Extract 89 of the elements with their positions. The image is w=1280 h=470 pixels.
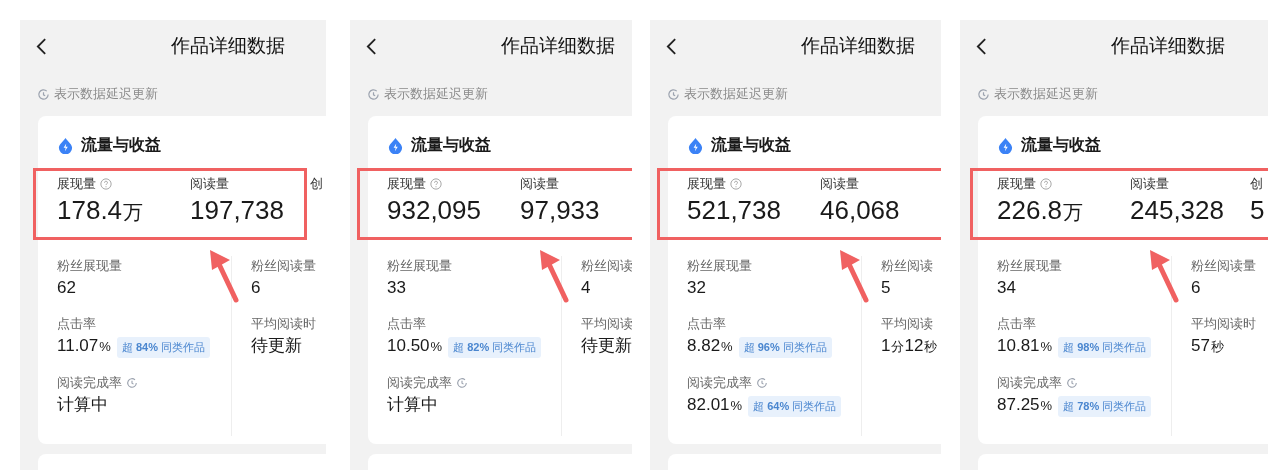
metric-value: 197,738 [190,194,284,226]
metric-label: 平均阅读 [881,315,933,334]
metric-value: 计算中 [57,394,108,416]
metric-value: 87.25% [997,394,1053,416]
metric-value: 计算中 [387,394,438,416]
metric-value: 226.8万 [997,194,1084,227]
metric-label: 阅读量 [190,175,229,194]
delay-notice: 表示数据延迟更新 [384,85,488,104]
comparison-tag: 超 84% 同类作品 [116,337,210,358]
metric-label: 点击率 [687,315,726,334]
metric-value: 6 [1191,277,1201,299]
clock-icon [367,87,380,101]
metric-value: 1分12秒 [881,335,938,357]
delay-notice: 表示数据延迟更新 [684,85,788,104]
back-icon[interactable] [976,36,987,56]
metric-label: 阅读量 [520,175,559,194]
lightning-drop-icon [687,136,704,154]
page-title: 作品详细数据 [801,33,915,58]
metric-value: 32 [687,277,706,299]
clock-icon [37,87,50,101]
page-title: 作品详细数据 [501,33,615,58]
metric-value: 33 [387,277,406,299]
metric-label: 阅读完成率 [997,374,1062,393]
delay-notice: 表示数据延迟更新 [994,85,1098,104]
metric-label: 阅读完成率 [57,374,122,393]
metric-value: 11.07% [57,335,111,357]
comparison-tag: 超 96% 同类作品 [738,337,832,358]
metric-value: 待更新 [251,335,302,357]
metric-label: 创 [310,175,323,194]
section-title: 流量与收益 [1021,135,1101,155]
metric-value: 8.82% [687,335,733,357]
metric-label: 点击率 [57,315,96,334]
metric-value: 34 [997,277,1016,299]
metric-label: 阅读完成率 [387,374,452,393]
metric-value: 245,328 [1130,194,1224,226]
metric-label: 平均阅读时 [251,315,316,334]
page-title: 作品详细数据 [171,33,285,58]
metric-label: 粉丝阅读 [581,257,632,276]
section-title: 流量与收益 [411,135,491,155]
metric-label: 粉丝展现量 [57,257,122,276]
metric-label: 阅读量 [1130,175,1169,194]
metric-label: 创 [1250,175,1263,194]
back-icon[interactable] [366,36,377,56]
metric-value: 57秒 [1191,335,1224,357]
metric-value: 10.81% [997,335,1053,357]
comparison-tag: 超 78% 同类作品 [1058,396,1152,417]
metric-label: 粉丝阅读 [881,257,933,276]
metric-value: 82.01% [687,394,743,416]
metric-label: 粉丝展现量 [687,257,752,276]
lightning-drop-icon [387,136,404,154]
metric-label: 平均阅读时 [1191,315,1256,334]
metric-value: 62 [57,277,76,299]
page-title: 作品详细数据 [1111,33,1225,58]
comparison-tag: 超 98% 同类作品 [1058,337,1152,358]
metric-value: 6 [251,277,261,299]
metric-label: 点击率 [387,315,426,334]
comparison-tag: 超 64% 同类作品 [748,396,842,417]
metric-label: 粉丝阅读量 [251,257,316,276]
metric-label: 阅读完成率 [687,374,752,393]
metric-label: 展现量 [387,175,426,194]
metric-value: 4 [581,277,591,299]
metric-label: 阅读量 [820,175,859,194]
metric-value: 46,068 [820,194,900,226]
metric-value: 5 [1250,194,1265,226]
back-icon[interactable] [666,36,677,56]
metric-label: 平均阅读 [581,315,632,334]
section-title: 流量与收益 [711,135,791,155]
lightning-drop-icon [57,136,74,154]
clock-icon [977,87,990,101]
lightning-drop-icon [997,136,1014,154]
metric-label: 展现量 [687,175,726,194]
metric-value: 5 [881,277,891,299]
metric-value: 521,738 [687,194,781,226]
clock-icon [667,87,680,101]
metric-label: 粉丝展现量 [387,257,452,276]
metric-label: 点击率 [997,315,1036,334]
metric-value: 97,933 [520,194,600,226]
metric-value: 10.50% [387,335,443,357]
comparison-tag: 超 82% 同类作品 [448,337,542,358]
metric-label: 展现量 [997,175,1036,194]
back-icon[interactable] [36,36,47,56]
metric-label: 展现量 [57,175,96,194]
metric-value: 178.4万 [57,194,144,227]
delay-notice: 表示数据延迟更新 [54,85,158,104]
section-title: 流量与收益 [81,135,161,155]
metric-label: 粉丝阅读量 [1191,257,1256,276]
metric-value: 932,095 [387,194,481,226]
metric-label: 粉丝展现量 [997,257,1062,276]
metric-value: 待更新 [581,335,632,357]
